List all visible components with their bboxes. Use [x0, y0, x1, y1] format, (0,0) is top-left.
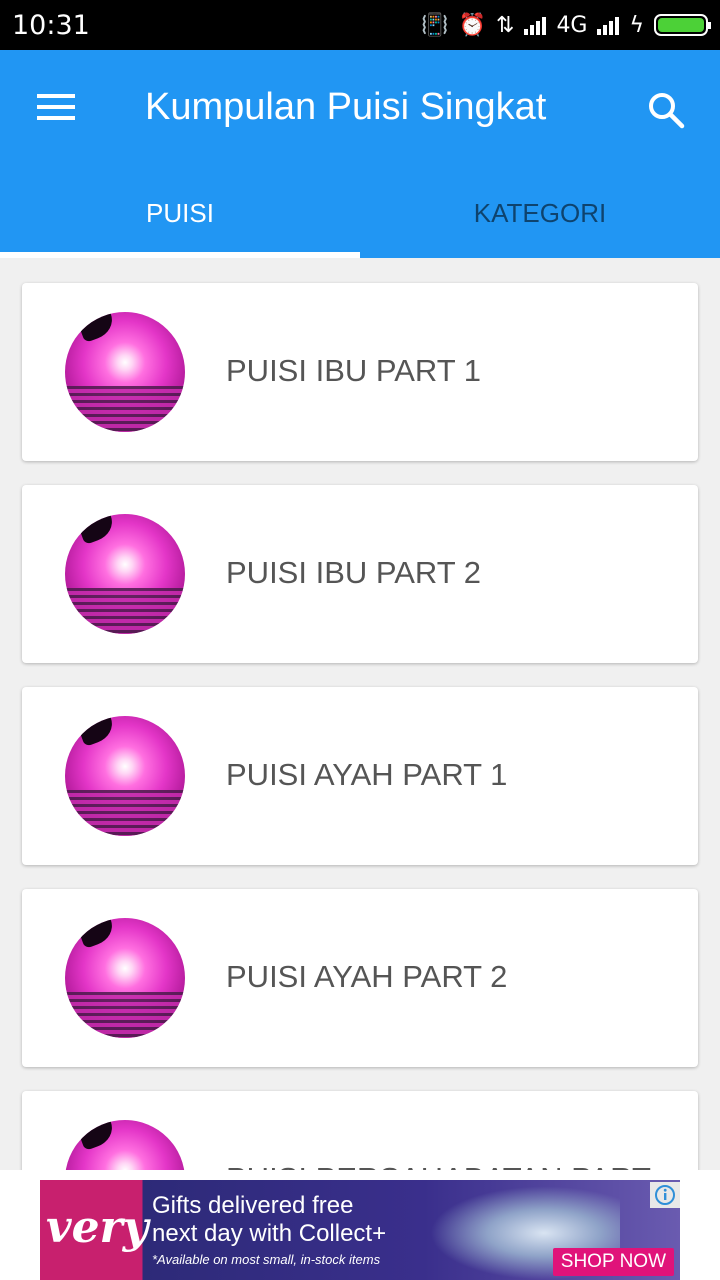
poem-title: PUISI PERSAHABATAN PART	[226, 1161, 651, 1170]
poem-title: PUISI AYAH PART 2	[226, 959, 508, 994]
poem-title: PUISI IBU PART 1	[226, 353, 481, 388]
signal-icon	[597, 15, 620, 35]
poem-thumbnail	[65, 312, 185, 432]
signal-icon	[524, 15, 547, 35]
alarm-icon: ⏰	[458, 12, 486, 38]
poem-thumbnail	[65, 918, 185, 1038]
ad-banner[interactable]: very Gifts delivered free next day with …	[40, 1180, 680, 1280]
ad-fine-print: *Available on most small, in-stock items	[152, 1252, 381, 1267]
poem-thumbnail	[65, 514, 185, 634]
page-title: Kumpulan Puisi Singkat	[145, 86, 547, 128]
status-bar: 10:31 📳 ⏰ ⇅ 4G ϟ	[0, 0, 720, 50]
list-item[interactable]: PUISI PERSAHABATAN PART	[22, 1091, 698, 1170]
list-item[interactable]: PUISI IBU PART 1	[22, 283, 698, 461]
poem-title: PUISI AYAH PART 1	[226, 757, 508, 792]
tab-label: KATEGORI	[473, 198, 607, 228]
list-item[interactable]: PUISI AYAH PART 1	[22, 687, 698, 865]
tab-puisi[interactable]: PUISI	[0, 180, 360, 258]
list-item[interactable]: PUISI AYAH PART 2	[22, 889, 698, 1067]
vibrate-off-icon: 📳	[421, 12, 449, 38]
poem-thumbnail	[65, 1120, 185, 1170]
tab-bar: PUISI KATEGORI	[0, 180, 720, 258]
ad-brand-logo: very	[46, 1202, 149, 1253]
tab-label: PUISI	[146, 198, 214, 228]
status-icons: 📳 ⏰ ⇅ 4G ϟ	[421, 12, 711, 38]
ad-headline: next day with Collect+	[152, 1220, 387, 1247]
status-time: 10:31	[12, 9, 90, 41]
tab-kategori[interactable]: KATEGORI	[360, 180, 720, 258]
ad-shop-now-button[interactable]: SHOP NOW	[552, 1248, 674, 1276]
list-item[interactable]: PUISI IBU PART 2	[22, 485, 698, 663]
search-icon[interactable]	[646, 90, 686, 130]
poem-list[interactable]: PUISI IBU PART 1 PUISI IBU PART 2 PUISI …	[0, 258, 720, 1170]
info-icon[interactable]	[650, 1182, 680, 1208]
battery-level	[658, 18, 704, 32]
network-type: 4G	[556, 12, 588, 38]
app-bar: Kumpulan Puisi Singkat PUISI KATEGORI	[0, 50, 720, 258]
ad-headline: Gifts delivered free	[152, 1192, 354, 1219]
data-transfer-icon: ⇅	[496, 12, 515, 38]
hamburger-menu-icon[interactable]	[37, 94, 75, 120]
poem-title: PUISI IBU PART 2	[226, 555, 481, 590]
battery-icon	[654, 14, 711, 36]
poem-thumbnail	[65, 716, 185, 836]
ad-banner-container: very Gifts delivered free next day with …	[0, 1170, 720, 1280]
charging-icon: ϟ	[629, 12, 644, 38]
